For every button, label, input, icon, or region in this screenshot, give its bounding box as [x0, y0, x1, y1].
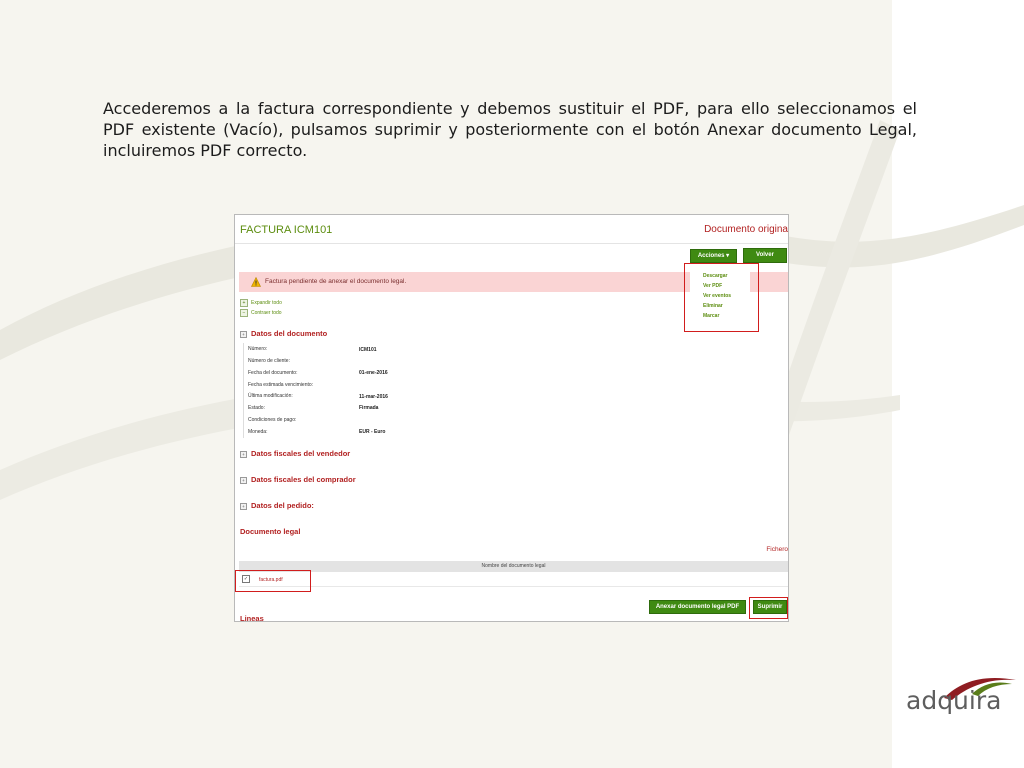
anexar-documento-button[interactable]: Anexar documento legal PDF [649, 600, 746, 614]
section-datos-comprador[interactable]: Datos fiscales del comprador [251, 475, 356, 484]
section-datos-documento[interactable]: Datos del documento [251, 329, 327, 338]
documento-original-link[interactable]: Documento origina [704, 224, 788, 235]
field-label: Fecha estimada vencimiento: [248, 382, 314, 388]
field-value: 11-mar-2016 [359, 394, 388, 400]
field-label: Estado: [248, 405, 265, 411]
acciones-button[interactable]: Acciones ▾ [690, 249, 737, 263]
field-label: Condiciones de pago: [248, 417, 297, 423]
logo-text: adquira [906, 686, 1002, 715]
field-label: Última modificación: [248, 393, 293, 399]
collapse-all-link[interactable]: Contraer todo [251, 310, 282, 316]
expand-all-link[interactable]: Expandir todo [251, 300, 282, 306]
section-toggle-icon[interactable]: + [240, 331, 247, 338]
field-label: Fecha del documento: [248, 370, 298, 376]
alert-text: Factura pendiente de anexar el documento… [265, 278, 407, 285]
section-datos-vendedor[interactable]: Datos fiscales del vendedor [251, 449, 350, 458]
field-label: Número: [248, 346, 268, 352]
invoice-screenshot: FACTURA ICM101 Documento origina Accione… [234, 214, 789, 622]
highlight-file-row [235, 570, 311, 592]
plus-icon[interactable]: + [240, 299, 248, 307]
warning-icon [251, 277, 261, 287]
field-value: ICM101 [359, 347, 377, 353]
invoice-title: FACTURA ICM101 [240, 224, 333, 236]
field-value: 01-ene-2016 [359, 370, 388, 376]
ficheros-link[interactable]: Fichero [766, 546, 788, 553]
section-toggle-icon[interactable]: + [240, 451, 247, 458]
section-lineas[interactable]: Lineas [240, 614, 264, 621]
section-toggle-icon[interactable]: + [240, 503, 247, 510]
volver-button[interactable]: Volver [743, 248, 787, 263]
field-value: EUR - Euro [359, 429, 386, 435]
field-label: Número de cliente: [248, 358, 290, 364]
section-toggle-icon[interactable]: + [240, 477, 247, 484]
field-value: Firmada [359, 405, 379, 411]
intro-text: Accederemos a la factura correspondiente… [103, 99, 917, 160]
documento-legal-heading: Documento legal [240, 527, 301, 536]
section-datos-pedido[interactable]: Datos del pedido: [251, 501, 314, 510]
adquira-logo: adquira [906, 672, 1018, 724]
table-row-divider [239, 586, 788, 587]
field-label: Moneda: [248, 429, 268, 435]
minus-icon[interactable]: − [240, 309, 248, 317]
title-divider [235, 243, 788, 244]
highlight-actions-menu [684, 263, 759, 332]
legal-table-header: Nombre del documento legal [239, 561, 788, 572]
highlight-suprimir-button [749, 597, 788, 619]
column-header-nombre: Nombre del documento legal [481, 563, 546, 569]
fields-divider [243, 343, 244, 438]
